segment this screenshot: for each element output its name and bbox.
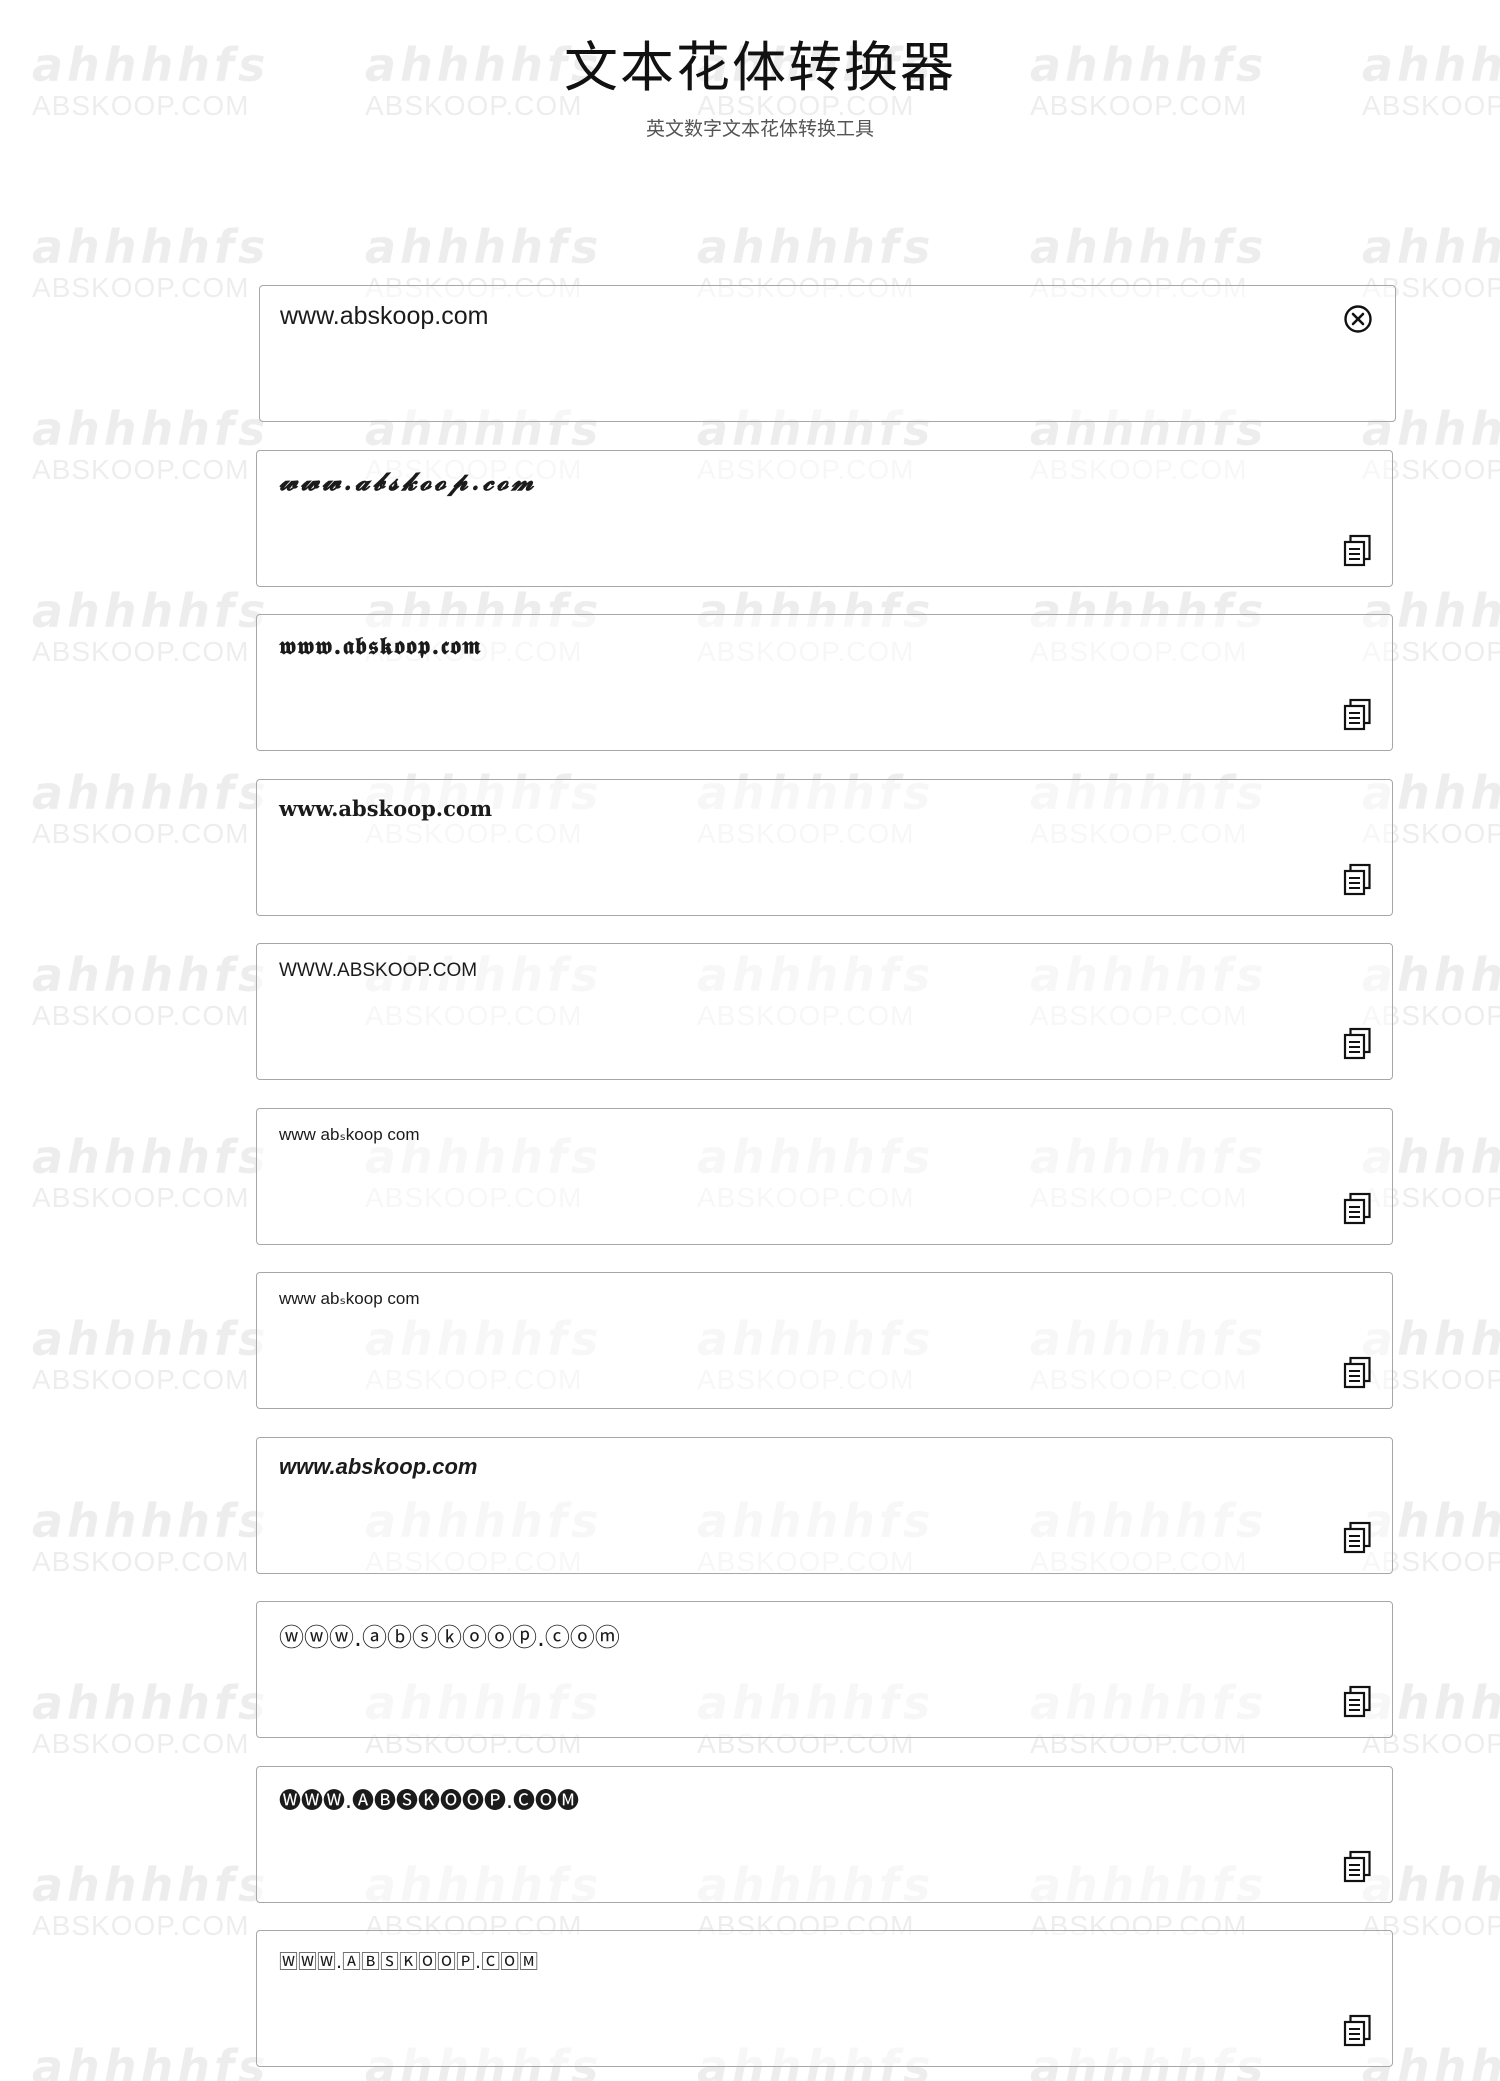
close-circle-icon [1344,305,1372,333]
copy-button[interactable] [1342,863,1374,897]
copy-button[interactable] [1342,1027,1374,1061]
output-box: ⓦⓦⓦ.ⓐⓑⓢⓚⓞⓞⓟ.ⓒⓞⓜ [256,1601,1393,1738]
copy-icon [1343,1356,1371,1389]
watermark-tile: ahhhhfsABSKOOP.COM [32,402,270,485]
copy-icon [1343,863,1371,896]
output-text[interactable]: 🅦🅦🅦.🅐🅑🅢🅚🅞🅞🅟.🅒🅞🅜 [279,1783,579,1815]
copy-button[interactable] [1342,698,1374,732]
copy-icon [1343,698,1371,731]
watermark-tile: ahhhhfsABSKOOP.COM [32,1858,270,1941]
page-title: 文本花体转换器 [564,36,956,99]
copy-icon [1343,1192,1371,1225]
watermark-tile: ahhhhfsABSKOOP.COM [32,1130,270,1213]
copy-icon [1343,2014,1371,2047]
copy-button[interactable] [1342,1356,1374,1390]
copy-icon [1343,1027,1371,1060]
watermark-tile: ahhhhfsABSKOOP.COM [32,766,270,849]
watermark-tile: ahhhhfsABSKOOP.COM [32,1312,270,1395]
copy-button[interactable] [1342,1521,1374,1555]
output-text[interactable]: www abₛkoop com [279,1125,420,1145]
watermark-tile: ahhhhfsABSKOOP.COM [32,220,270,303]
clear-button[interactable] [1343,304,1373,334]
output-box: 🅆🅆🅆.🄰🄱🅂🄺🄾🄾🄿.🄲🄾🄼 [256,1930,1393,2067]
copy-icon [1343,534,1371,567]
copy-button[interactable] [1342,534,1374,568]
output-text[interactable]: www.abskoop.com [279,796,492,821]
copy-icon [1343,1521,1371,1554]
copy-button[interactable] [1342,1685,1374,1719]
page-header: 文本花体转换器 英文数字文本花体转换工具 [0,34,1500,141]
output-text[interactable]: 🅆🅆🅆.🄰🄱🅂🄺🄾🄾🄿.🄲🄾🄼 [279,1947,538,1974]
copy-button[interactable] [1342,1192,1374,1226]
output-box: WWW.ABSKOOP.COM [256,943,1393,1080]
watermark-tile: ahhhhfsABSKOOP.COM [32,948,270,1031]
output-text[interactable]: 𝔀𝔀𝔀.𝓪𝓫𝓼𝓴𝓸𝓸𝓹.𝓬𝓸𝓶 [279,467,537,497]
output-box: www.abskoop.com [256,779,1393,916]
output-text[interactable]: 𝖜𝖜𝖜.𝖆𝖇𝖘𝖐𝖔𝖔𝖕.𝖈𝖔𝖒 [279,631,482,660]
output-text[interactable]: www.abskoop.com [279,1454,477,1480]
copy-button[interactable] [1342,2014,1374,2048]
watermark-tile: ahhhhfsABSKOOP.COM [32,2040,270,2081]
output-text[interactable]: WWW.ABSKOOP.COM [279,960,477,982]
copy-button[interactable] [1342,1850,1374,1884]
text-input-box [259,285,1396,422]
output-box: 𝔀𝔀𝔀.𝓪𝓫𝓼𝓴𝓸𝓸𝓹.𝓬𝓸𝓶 [256,450,1393,587]
output-box: 𝖜𝖜𝖜.𝖆𝖇𝖘𝖐𝖔𝖔𝖕.𝖈𝖔𝖒 [256,614,1393,751]
output-box: 🅦🅦🅦.🅐🅑🅢🅚🅞🅞🅟.🅒🅞🅜 [256,1766,1393,1903]
output-text[interactable]: www abₛkoop com [279,1289,420,1309]
page-subtitle: 英文数字文本花体转换工具 [645,118,874,140]
output-box: www.abskoop.com [256,1437,1393,1574]
copy-icon [1343,1850,1371,1883]
watermark-tile: ahhhhfsABSKOOP.COM [32,1676,270,1759]
watermark-tile: ahhhhfsABSKOOP.COM [32,1494,270,1577]
copy-icon [1343,1685,1371,1718]
output-text[interactable]: ⓦⓦⓦ.ⓐⓑⓢⓚⓞⓞⓟ.ⓒⓞⓜ [279,1618,620,1654]
output-box: www abₛkoop com [256,1108,1393,1245]
output-box: www abₛkoop com [256,1272,1393,1409]
text-input[interactable] [280,302,1280,331]
watermark-tile: ahhhhfsABSKOOP.COM [32,584,270,667]
